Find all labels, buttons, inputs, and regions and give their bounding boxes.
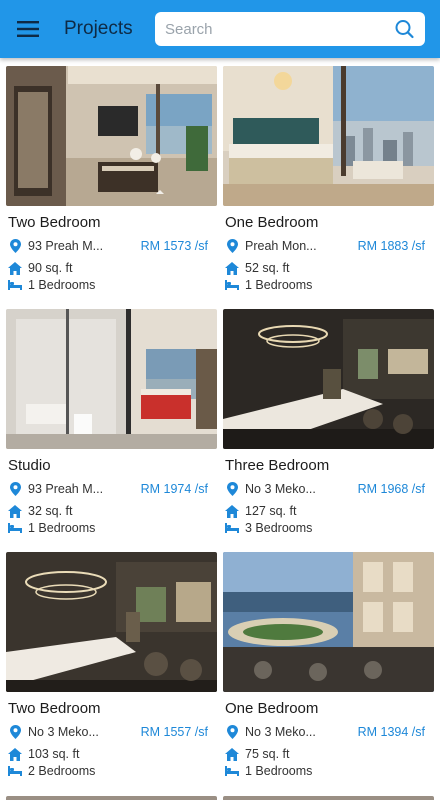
area-row: 75 sq. ft	[225, 747, 289, 761]
bedrooms-text: 1 Bedrooms	[245, 764, 313, 778]
area-text: 103 sq. ft	[28, 747, 80, 761]
bed-icon	[8, 764, 22, 778]
area-row: 127 sq. ft	[225, 504, 296, 518]
project-name: Two Bedroom	[8, 700, 101, 717]
bedrooms-text: 3 Bedrooms	[245, 521, 313, 535]
bedrooms-text: 1 Bedrooms	[245, 278, 313, 292]
bed-icon	[225, 278, 239, 292]
location-text: No 3 Meko...	[245, 725, 316, 739]
location-row: No 3 Meko... RM 1968 /sf	[225, 482, 425, 496]
search-input[interactable]	[165, 20, 393, 38]
location-row: 93 Preah M... RM 1573 /sf	[8, 239, 208, 253]
area-row: 32 sq. ft	[8, 504, 72, 518]
project-photo	[223, 66, 434, 206]
bedrooms-text: 1 Bedrooms	[28, 521, 96, 535]
area-text: 75 sq. ft	[245, 747, 290, 761]
bed-icon	[225, 521, 239, 535]
location-text: Preah Mon...	[245, 239, 317, 253]
house-icon	[225, 747, 239, 761]
bed-icon	[8, 521, 22, 535]
house-icon	[8, 747, 22, 761]
price: RM 1394 /sf	[357, 725, 425, 739]
bed-icon	[8, 278, 22, 292]
location-text: 93 Preah M...	[28, 482, 104, 496]
bedrooms-row: 1 Bedrooms	[225, 278, 312, 292]
search-bar[interactable]	[155, 12, 425, 46]
bedrooms-row: 2 Bedrooms	[8, 764, 95, 778]
menu-button[interactable]	[0, 0, 56, 58]
page-title: Projects	[64, 18, 133, 39]
location-row: No 3 Meko... RM 1394 /sf	[225, 725, 425, 739]
project-photo	[6, 309, 217, 449]
bedrooms-row: 1 Bedrooms	[8, 278, 95, 292]
bedrooms-text: 1 Bedrooms	[28, 278, 96, 292]
price: RM 1974 /sf	[140, 482, 208, 496]
project-photo	[6, 66, 217, 206]
project-card[interactable]: Three Bedroom No 3 Meko... RM 1968 /sf 1…	[223, 301, 434, 539]
bedrooms-row: 1 Bedrooms	[225, 764, 312, 778]
area-text: 90 sq. ft	[28, 261, 73, 275]
house-icon	[8, 504, 22, 518]
project-card[interactable]: One Bedroom Preah Mon... RM 1883 /sf 52 …	[223, 58, 434, 296]
project-card-peek[interactable]	[6, 796, 217, 800]
location-pin-icon	[225, 725, 239, 739]
location-text: No 3 Meko...	[245, 482, 316, 496]
location-row: No 3 Meko... RM 1557 /sf	[8, 725, 208, 739]
bed-icon	[225, 764, 239, 778]
search-icon[interactable]	[393, 18, 415, 40]
project-name: Two Bedroom	[8, 214, 101, 231]
location-row: Preah Mon... RM 1883 /sf	[225, 239, 425, 253]
house-icon	[8, 261, 22, 275]
bedrooms-row: 1 Bedrooms	[8, 521, 95, 535]
location-pin-icon	[225, 239, 239, 253]
bedrooms-text: 2 Bedrooms	[28, 764, 96, 778]
location-pin-icon	[225, 482, 239, 496]
house-icon	[225, 504, 239, 518]
price: RM 1557 /sf	[140, 725, 208, 739]
house-icon	[225, 261, 239, 275]
project-name: Three Bedroom	[225, 457, 330, 474]
project-card-peek[interactable]	[223, 796, 434, 800]
area-text: 52 sq. ft	[245, 261, 290, 275]
area-row: 90 sq. ft	[8, 261, 72, 275]
project-name: One Bedroom	[225, 214, 319, 231]
location-row: 93 Preah M... RM 1974 /sf	[8, 482, 208, 496]
app-bar: Projects	[0, 0, 440, 58]
project-card[interactable]: Studio 93 Preah M... RM 1974 /sf 32 sq. …	[6, 301, 217, 539]
project-card[interactable]: Two Bedroom No 3 Meko... RM 1557 /sf 103…	[6, 544, 217, 782]
hamburger-icon	[17, 21, 39, 37]
location-pin-icon	[8, 725, 22, 739]
project-name: Studio	[8, 457, 51, 474]
location-pin-icon	[8, 482, 22, 496]
bedrooms-row: 3 Bedrooms	[225, 521, 312, 535]
project-photo	[223, 309, 434, 449]
price: RM 1573 /sf	[140, 239, 208, 253]
project-card[interactable]: Two Bedroom 93 Preah M... RM 1573 /sf 90…	[6, 58, 217, 296]
project-photo	[223, 552, 434, 692]
price: RM 1883 /sf	[357, 239, 425, 253]
project-photo	[6, 552, 217, 692]
price: RM 1968 /sf	[357, 482, 425, 496]
area-row: 103 sq. ft	[8, 747, 79, 761]
area-text: 127 sq. ft	[245, 504, 297, 518]
location-text: 93 Preah M...	[28, 239, 104, 253]
project-card[interactable]: One Bedroom No 3 Meko... RM 1394 /sf 75 …	[223, 544, 434, 782]
project-grid: Two Bedroom 93 Preah M... RM 1573 /sf 90…	[0, 58, 440, 800]
location-pin-icon	[8, 239, 22, 253]
location-text: No 3 Meko...	[28, 725, 99, 739]
project-name: One Bedroom	[225, 700, 319, 717]
area-row: 52 sq. ft	[225, 261, 289, 275]
area-text: 32 sq. ft	[28, 504, 73, 518]
